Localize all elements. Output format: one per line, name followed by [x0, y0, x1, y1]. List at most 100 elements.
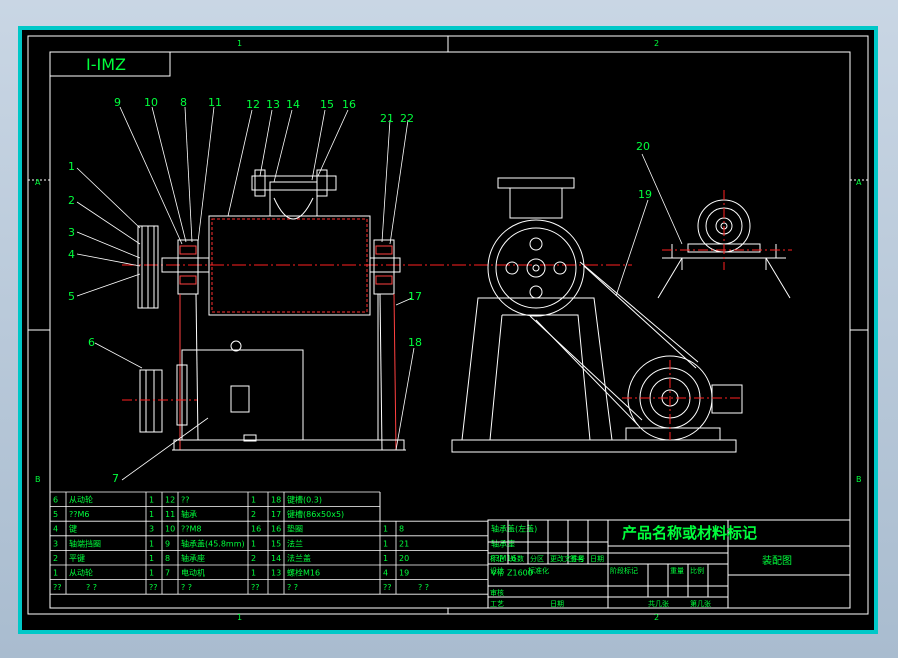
- bom-cell: 4: [53, 525, 58, 534]
- bom-cell: 17: [271, 510, 281, 519]
- bom-cell: 19: [399, 569, 409, 578]
- bom-cell: 15: [271, 539, 281, 548]
- title-block-label: 标记: [490, 554, 504, 563]
- bom-cell: 轴承盖(左盖): [491, 524, 537, 534]
- bom-cell: 1: [149, 539, 154, 548]
- balloon-19: 19: [638, 188, 652, 201]
- leader-lines-left: [76, 106, 415, 481]
- title-block-label: 阶段标记: [610, 566, 638, 575]
- balloon-9: 9: [114, 96, 121, 109]
- bom-cell: 6: [53, 496, 58, 505]
- title-block-label: 签名: [570, 554, 584, 563]
- bom-cell: 20: [399, 554, 409, 563]
- balloon-8: 8: [180, 96, 187, 109]
- bom-cell: 螺栓M16: [287, 568, 320, 578]
- bom-cell: 10: [165, 525, 175, 534]
- bom-cell: 3: [149, 525, 154, 534]
- zone-bottom-1: 1: [237, 613, 242, 622]
- bom-cell: 13: [271, 569, 281, 578]
- balloon-14: 14: [286, 98, 300, 111]
- bom-cell: 3: [53, 539, 58, 548]
- bom-cell: 垫圈: [287, 524, 303, 534]
- bom-cell: 1: [149, 569, 154, 578]
- zone-left-b: B: [35, 475, 41, 484]
- bom-footer-cell: ? ?: [287, 583, 298, 592]
- title-block-label: 标准化: [528, 566, 549, 575]
- bom-cell: 12: [165, 496, 175, 505]
- bom-cell: 从动轮: [69, 495, 93, 505]
- drawing-subtitle: 装配图: [762, 554, 792, 567]
- title-block-label: 日期: [550, 600, 564, 608]
- bom-cell: 轴承: [181, 509, 197, 519]
- title-block-label: 共几张: [648, 599, 669, 608]
- bom-cell: 1: [53, 569, 58, 578]
- view-label: I-IMZ: [86, 55, 126, 74]
- bom-cell: 16: [251, 525, 261, 534]
- bom-footer-cell: ? ?: [181, 583, 192, 592]
- bom-cell: 轴承座: [491, 538, 515, 548]
- balloon-17: 17: [408, 290, 422, 303]
- zone-bottom-2: 2: [654, 613, 659, 622]
- title-block-label: 比例: [690, 566, 704, 575]
- bom-cell: 1: [149, 510, 154, 519]
- balloon-15: 15: [320, 98, 334, 111]
- bom-cell: 1: [383, 525, 388, 534]
- bom-cell: 轴承盖(45.8mm): [181, 538, 245, 548]
- bom-cell: 2: [251, 510, 256, 519]
- bom-cell: 1: [149, 496, 154, 505]
- title-block-label: 设计: [490, 566, 504, 575]
- bom-cell: 1: [383, 554, 388, 563]
- zone-right-b: B: [856, 475, 862, 484]
- bom-footer-cell: ??: [251, 583, 260, 592]
- balloon-3: 3: [68, 226, 75, 239]
- drawing-viewport[interactable]: 1 2 1 2 A B A B I-IMZ 1 2 3 4 5 6 7 8 9 …: [18, 26, 878, 634]
- bom-cell: 法兰: [287, 538, 303, 548]
- drum-section-view: [122, 169, 452, 451]
- bom-cell: 1: [383, 539, 388, 548]
- title-block-label: 处数: [510, 554, 524, 563]
- bom-cell: 1: [251, 569, 256, 578]
- balloon-18: 18: [408, 336, 422, 349]
- bom-cell: ??: [181, 496, 190, 505]
- bom-cell: 2: [53, 554, 58, 563]
- bom-cell: 14: [271, 554, 281, 563]
- title-block-label: 日期: [590, 555, 604, 563]
- bom-cell: 5: [53, 510, 58, 519]
- bom-cell: 电动机: [181, 568, 205, 578]
- balloon-16: 16: [342, 98, 356, 111]
- bom-cell: 18: [271, 496, 281, 505]
- bom-cell: 8: [399, 525, 404, 534]
- bom-cell: 键槽(0.3): [287, 495, 322, 505]
- title-block-label: 重量: [670, 567, 684, 575]
- bom-cell: 7: [165, 569, 170, 578]
- bom-cell: 1: [149, 554, 154, 563]
- bearing-seat-detail: [615, 153, 792, 299]
- bom-cell: 1: [251, 496, 256, 505]
- balloon-2: 2: [68, 194, 75, 207]
- bom-cell: 2: [251, 554, 256, 563]
- balloon-22: 22: [400, 112, 414, 125]
- balloon-5: 5: [68, 290, 75, 303]
- bom-cell: 8: [165, 554, 170, 563]
- title-block-label: 工艺: [490, 600, 504, 608]
- zone-top-2: 2: [654, 39, 659, 48]
- title-block-label: 审核: [490, 588, 504, 597]
- bom-cell: 11: [165, 510, 175, 519]
- balloon-12: 12: [246, 98, 260, 111]
- bom-footer-cell: ? ?: [86, 583, 97, 592]
- zone-left-a: A: [35, 178, 41, 187]
- balloon-10: 10: [144, 96, 158, 109]
- bom-cell: 4: [383, 569, 388, 578]
- drawing-canvas[interactable]: 1 2 1 2 A B A B I-IMZ 1 2 3 4 5 6 7 8 9 …: [22, 30, 874, 630]
- bom-cell: 21: [399, 539, 409, 548]
- cad-screen: 1 2 1 2 A B A B I-IMZ 1 2 3 4 5 6 7 8 9 …: [0, 0, 898, 658]
- balloon-21: 21: [380, 112, 394, 125]
- zone-right-a: A: [856, 178, 862, 187]
- balloon-1: 1: [68, 160, 75, 173]
- bom-cell: 16: [271, 525, 281, 534]
- balloon-20: 20: [636, 140, 650, 153]
- title-block-label: 分区: [530, 554, 544, 563]
- bom-cell: ??M6: [69, 510, 89, 519]
- bom-cell: 键: [69, 524, 77, 534]
- bom-cell: ??M8: [181, 525, 201, 534]
